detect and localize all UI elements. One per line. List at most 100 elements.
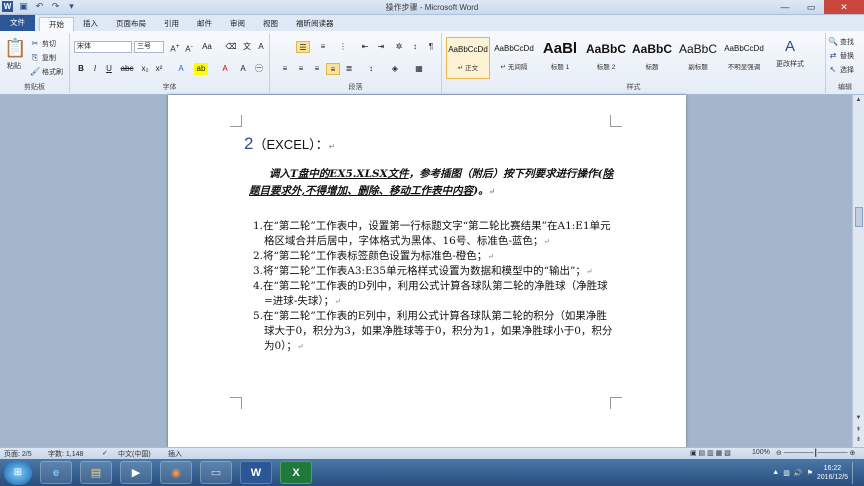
show-marks-icon[interactable]: ¶	[424, 41, 438, 53]
decrease-indent-icon[interactable]: ⇤	[358, 41, 372, 53]
format-painter-button[interactable]: 🖌 格式刷	[30, 67, 63, 77]
find-button[interactable]: 🔍 查找	[828, 37, 854, 47]
tab-insert[interactable]: 插入	[74, 17, 107, 31]
minimize-button[interactable]: —	[772, 0, 798, 14]
phonetic-guide-icon[interactable]: 文	[240, 41, 254, 53]
char-shading-icon[interactable]: A	[236, 63, 250, 75]
spellcheck-icon[interactable]: ✓	[102, 449, 108, 457]
font-size-combo[interactable]: 三号	[134, 41, 164, 53]
chinese-layout-icon[interactable]: ✲	[392, 41, 406, 53]
margin-corner-tr	[610, 115, 622, 127]
cut-button[interactable]: ✂ 剪切	[30, 39, 56, 49]
style-item[interactable]: AaBbC 副标题	[676, 37, 720, 79]
enclose-char-icon[interactable]: ㊀	[252, 63, 266, 75]
word-count[interactable]: 字数: 1,148	[48, 449, 83, 459]
subscript-button[interactable]: x₂	[138, 63, 152, 75]
close-button[interactable]: ✕	[824, 0, 864, 14]
tab-mailings[interactable]: 邮件	[188, 17, 221, 31]
clear-format-icon[interactable]: ⌫	[224, 41, 238, 53]
shrink-font-button[interactable]: A-	[182, 41, 196, 54]
scroll-down-icon[interactable]: ▼	[853, 413, 864, 423]
tab-home[interactable]: 开始	[39, 17, 74, 31]
justify-icon[interactable]: ≡	[326, 63, 340, 75]
tab-view[interactable]: 视图	[254, 17, 287, 31]
style-item[interactable]: AaBbCcDd ↵ 无间隔	[492, 37, 536, 79]
text-effects-icon[interactable]: A	[174, 63, 188, 75]
bold-button[interactable]: B	[74, 63, 88, 75]
replace-button[interactable]: ⇄ 替换	[828, 51, 854, 61]
borders-icon[interactable]: ▦	[412, 63, 426, 75]
align-right-icon[interactable]: ≡	[310, 63, 324, 75]
replace-icon: ⇄	[829, 51, 837, 60]
clock[interactable]: 16:22 2016/12/5	[817, 464, 848, 482]
style-sample: AaBbC	[631, 42, 672, 56]
ie-icon[interactable]: e	[40, 461, 72, 484]
explorer-icon[interactable]: ▤	[80, 461, 112, 484]
align-center-icon[interactable]: ≡	[294, 63, 308, 75]
scroll-thumb[interactable]	[855, 207, 863, 227]
style-item[interactable]: AaBbC 标题	[630, 37, 674, 79]
scissors-icon: ✂	[31, 39, 39, 48]
grow-font-button[interactable]: A+	[168, 41, 182, 54]
show-desktop-button[interactable]	[852, 461, 860, 484]
increase-indent-icon[interactable]: ⇥	[374, 41, 388, 53]
bullets-icon[interactable]: ☰	[296, 41, 310, 53]
change-styles-button[interactable]: A 更改样式	[776, 37, 804, 69]
style-item[interactable]: AaBl 标题 1	[538, 37, 582, 79]
word-taskbar-icon[interactable]: W	[240, 461, 272, 484]
style-item[interactable]: AaBbC 标题 2	[584, 37, 628, 79]
distributed-icon[interactable]: ≣	[342, 63, 356, 75]
highlight-icon[interactable]: ab	[194, 63, 208, 75]
show-hidden-icons[interactable]: ▲	[772, 469, 779, 476]
font-color-icon[interactable]: A	[218, 63, 232, 75]
align-left-icon[interactable]: ≡	[278, 63, 292, 75]
volume-icon[interactable]: 🔊	[794, 469, 803, 477]
style-sample: AaBbCcDd	[724, 44, 764, 53]
scroll-up-icon[interactable]: ▲	[853, 95, 864, 105]
tab-file[interactable]: 文件	[0, 15, 35, 31]
tab-review[interactable]: 审阅	[221, 17, 254, 31]
list-item: 1.在“第二轮”工作表中，设置第一行标题文字“第二轮比赛结果”在A1:E1单元格…	[253, 220, 611, 247]
insert-mode[interactable]: 插入	[168, 449, 182, 459]
paste-button[interactable]: 📋 粘贴	[4, 37, 26, 71]
copy-button[interactable]: ⎘ 复制	[30, 53, 56, 63]
network-icon[interactable]: ▥	[783, 469, 790, 477]
vertical-scrollbar[interactable]: ▲ ▼ ⇞ ⇟	[852, 95, 864, 447]
style-sample: AaBbCcDd	[448, 45, 488, 54]
flag-icon[interactable]: ⚑	[807, 469, 813, 477]
status-bar: 页面: 2/5 字数: 1,148 ✓ 中文(中国) 插入 ▣ ▤ ▥ ▦ ▧ …	[0, 447, 864, 459]
italic-button[interactable]: I	[88, 63, 102, 75]
strikethrough-button[interactable]: abc	[120, 63, 134, 75]
prev-page-icon[interactable]: ⇞	[853, 425, 864, 435]
sort-icon[interactable]: ↕	[408, 41, 422, 53]
zoom-slider[interactable]: ⊖ ──────┃────── ⊕	[776, 449, 855, 457]
style-item[interactable]: AaBbCcDd ↵ 正文	[446, 37, 490, 79]
excel-taskbar-icon[interactable]: X	[280, 461, 312, 484]
window-icon[interactable]: ▭	[200, 461, 232, 484]
maximize-button[interactable]: ▭	[798, 0, 824, 14]
style-item[interactable]: AaBbCcDd 不明显强调	[722, 37, 766, 79]
numbering-icon[interactable]: ≡	[316, 41, 330, 53]
underline-button[interactable]: U	[102, 63, 116, 75]
line-spacing-icon[interactable]: ↕	[364, 63, 378, 75]
media-player-icon[interactable]: ▶	[120, 461, 152, 484]
zoom-level[interactable]: 100%	[752, 449, 770, 456]
style-sample: AaBl	[542, 40, 578, 57]
tab-page-layout[interactable]: 页面布局	[107, 17, 155, 31]
font-name-combo[interactable]: 宋体	[74, 41, 132, 53]
page-count[interactable]: 页面: 2/5	[4, 449, 32, 459]
multilevel-list-icon[interactable]: ⋮	[336, 41, 350, 53]
change-case-button[interactable]: Aa	[200, 41, 214, 53]
view-buttons[interactable]: ▣ ▤ ▥ ▦ ▧	[690, 449, 731, 457]
start-button[interactable]: ⊞	[4, 461, 32, 485]
next-page-icon[interactable]: ⇟	[853, 435, 864, 445]
tab-foxit-reader[interactable]: 福昕阅读器	[287, 17, 343, 31]
language-status[interactable]: 中文(中国)	[118, 449, 151, 459]
superscript-button[interactable]: x²	[152, 63, 166, 75]
tab-references[interactable]: 引用	[155, 17, 188, 31]
shading-icon[interactable]: ◈	[388, 63, 402, 75]
clipboard-group: 📋 粘贴 ✂ 剪切 ⎘ 复制 🖌 格式刷 剪贴板	[0, 33, 70, 93]
char-border-icon[interactable]: A	[254, 41, 268, 53]
firefox-icon[interactable]: ◉	[160, 461, 192, 484]
select-button[interactable]: ↖ 选择	[828, 65, 854, 75]
